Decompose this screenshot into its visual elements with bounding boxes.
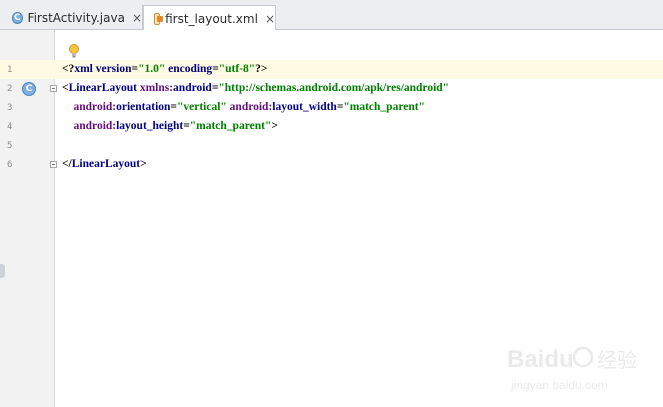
xml-file-icon [154, 12, 164, 25]
watermark-url: jingyan.baidu.com [510, 378, 608, 392]
code-token: ?> [255, 63, 268, 75]
line-number: 4 [7, 122, 13, 132]
scroll-marker[interactable] [0, 264, 5, 278]
line-number: 3 [7, 103, 13, 113]
code-token: android: [73, 120, 117, 132]
code-token: > [140, 158, 147, 170]
tab-label: FirstActivity.java [27, 10, 125, 25]
code-line: android:layout_height="match_parent"> [62, 117, 278, 136]
code-token: layout_height [116, 120, 184, 132]
code-token: </ [62, 158, 72, 170]
code-token: encoding [168, 63, 213, 75]
code-line: </LinearLayout> [62, 155, 147, 174]
baidu-watermark: Baidu 经验 jingyan.baidu.com [507, 346, 637, 392]
code-token: android [173, 82, 212, 94]
code-line: android:orientation="vertical" android:l… [62, 98, 425, 117]
code-line: <?xml version="1.0" encoding="utf-8"?> [62, 60, 267, 79]
line-number: 5 [7, 141, 13, 151]
close-icon[interactable]: × [265, 12, 275, 26]
java-class-icon: C [12, 11, 23, 24]
tab-first-layout-xml[interactable]: first_layout.xml × [143, 5, 276, 31]
code-token: android: [229, 101, 273, 113]
editor-tab-bar: C FirstActivity.java × first_layout.xml … [0, 0, 663, 31]
code-token: "match_parent" [189, 120, 272, 132]
code-token: orientation [116, 101, 171, 113]
close-icon[interactable]: × [132, 11, 142, 25]
line-number: 1 [7, 65, 13, 75]
fold-toggle-icon[interactable] [50, 161, 57, 168]
code-token: LinearLayout [68, 82, 140, 94]
tab-label: first_layout.xml [165, 11, 258, 26]
code-line: <LinearLayout xmlns:android="http://sche… [62, 79, 449, 98]
watermark-sub: 经验 [597, 348, 637, 372]
code-token: layout_width [272, 101, 337, 113]
watermark-brand: Baidu [507, 346, 574, 373]
tab-first-activity-java[interactable]: C FirstActivity.java × [0, 5, 143, 30]
code-token: android: [73, 101, 117, 113]
code-token: "1.0" [138, 63, 166, 75]
code-token: "vertical" [176, 101, 227, 113]
code-token: xmlns: [139, 82, 174, 94]
code-token: > [271, 120, 278, 132]
fold-toggle-icon[interactable] [50, 85, 57, 92]
line-number: 6 [7, 160, 13, 170]
line-number: 2 [7, 84, 13, 94]
code-token: <? [62, 63, 75, 75]
code-token: xml version [74, 63, 132, 75]
code-token: LinearLayout [71, 158, 141, 170]
code-token: "match_parent" [343, 101, 425, 113]
lightbulb-icon[interactable] [68, 43, 80, 59]
code-token: "http://schemas.android.com/apk/res/andr… [218, 82, 450, 94]
code-token: "utf-8" [218, 63, 256, 75]
class-gutter-icon[interactable]: C [22, 82, 36, 96]
